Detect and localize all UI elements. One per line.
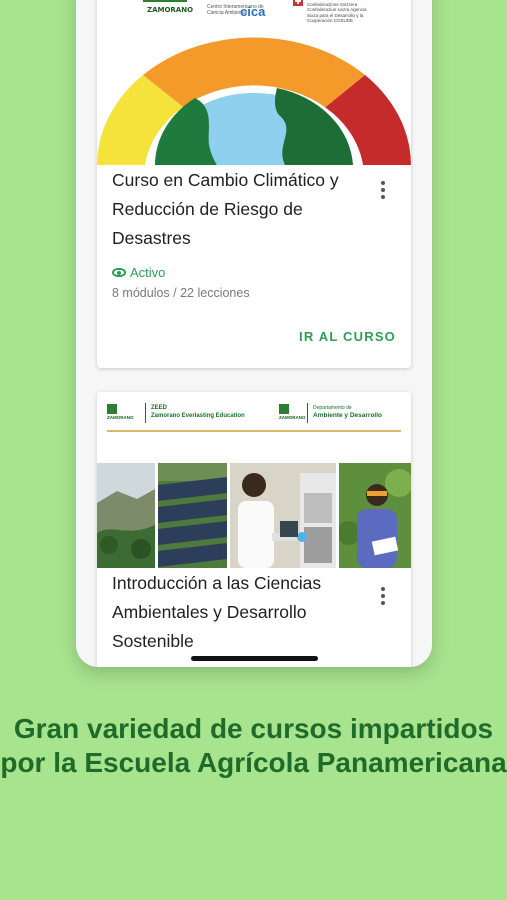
course-banner: ZAMORANO Centro Interamericano de Cienci… xyxy=(97,0,411,165)
zamorano-logo: ZAMORANO xyxy=(107,404,134,422)
home-indicator[interactable] xyxy=(191,656,318,661)
landscape-photo xyxy=(97,463,155,568)
course-title[interactable]: Curso en Cambio Climático y Reducción de… xyxy=(112,166,362,253)
course-meta: 8 módulos / 22 lecciones xyxy=(112,286,250,300)
photo-strip xyxy=(97,463,411,568)
zamorano-logo: ZAMORANO xyxy=(279,404,306,422)
course-card[interactable]: ZAMORANO Centro Interamericano de Cienci… xyxy=(97,0,411,368)
climate-arc-illustration xyxy=(97,37,411,165)
go-to-course-button[interactable]: IR AL CURSO xyxy=(299,329,396,344)
course-title[interactable]: Introducción a las Ciencias Ambientales … xyxy=(112,569,362,656)
eye-icon xyxy=(112,268,126,277)
course-banner: ZAMORANO ZEED Zamorano Everlasting Educa… xyxy=(97,392,411,568)
promo-caption: Gran variedad de cursos impartidos por l… xyxy=(0,713,507,778)
solar-panels-photo xyxy=(158,463,227,568)
more-options-icon[interactable] xyxy=(373,584,393,608)
banner-header: ZAMORANO ZEED Zamorano Everlasting Educa… xyxy=(107,400,401,432)
laboratory-photo xyxy=(230,463,336,568)
phone-frame: ZAMORANO Centro Interamericano de Cienci… xyxy=(76,0,432,667)
status-badge: Activo xyxy=(112,265,165,280)
status-label: Activo xyxy=(130,265,166,280)
field-research-photo xyxy=(339,463,411,568)
course-card[interactable]: ZAMORANO ZEED Zamorano Everlasting Educa… xyxy=(97,392,411,667)
zeed-logo-text: ZEED Zamorano Everlasting Education xyxy=(151,405,245,419)
department-logo-text: Departamento de Ambiente y Desarrollo xyxy=(313,405,382,419)
more-options-icon[interactable] xyxy=(373,178,393,202)
